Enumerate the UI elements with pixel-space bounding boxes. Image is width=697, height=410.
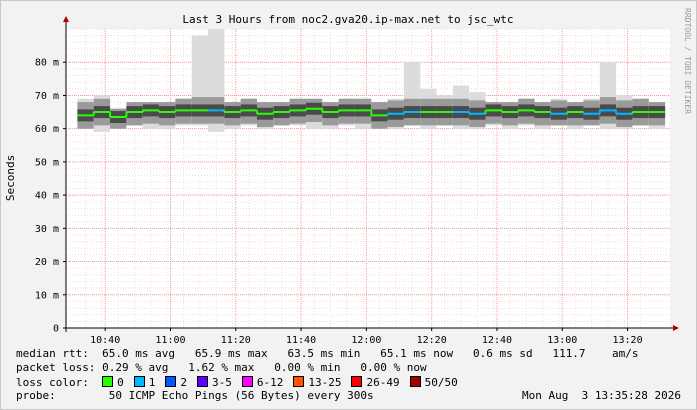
- loss-color-item: 1: [133, 376, 156, 389]
- y-tick-label: 10 m: [35, 290, 59, 301]
- x-tick-label: 13:20: [613, 335, 643, 345]
- probe-value: 50 ICMP Echo Pings (56 Bytes) every 300s: [108, 389, 374, 402]
- y-tick-label: 40 m: [35, 191, 59, 202]
- median-rtt-row: median rtt: 65.0 ms avg 65.9 ms max 63.5…: [16, 348, 639, 360]
- y-tick-labels: 0 10 m 20 m 30 m 40 m 50 m 60 m 70 m 80 m: [35, 58, 59, 335]
- x-tick-label: 13:00: [547, 335, 577, 345]
- loss-color-swatch: [293, 376, 305, 387]
- loss-color-swatch: [409, 376, 421, 387]
- loss-color-swatch: [133, 376, 145, 387]
- y-tick-label: 80 m: [35, 58, 59, 69]
- loss-color-label-text: 2: [180, 376, 187, 389]
- probe-row: probe: 50 ICMP Echo Pings (56 Bytes) eve…: [16, 390, 681, 402]
- loss-color-swatches: 0 1 2 3-5 6-12 13-25 26-49 50/50: [102, 376, 468, 389]
- y-tick-label: 70 m: [35, 91, 59, 102]
- loss-color-item: 3-5: [196, 376, 232, 389]
- loss-color-item: 0: [102, 376, 124, 389]
- loss-color-item: 6-12: [241, 376, 284, 389]
- plot-area: [66, 29, 670, 328]
- x-tick-label: 11:40: [286, 335, 316, 345]
- median-rtt-label: median rtt:: [16, 347, 89, 360]
- latency-chart: Last 3 Hours from noc2.gva20.ip-max.net …: [4, 8, 692, 345]
- x-tick-label: 12:20: [417, 335, 447, 345]
- y-axis-arrow: [63, 16, 69, 22]
- loss-color-swatch: [196, 376, 208, 387]
- loss-color-label-text: 3-5: [211, 376, 232, 389]
- loss-color-label-text: 26-49: [366, 376, 400, 389]
- loss-color-swatch: [351, 376, 363, 387]
- x-axis-arrow: [673, 325, 679, 331]
- loss-color-swatch: [241, 376, 253, 387]
- loss-color-label-text: 1: [148, 376, 156, 389]
- loss-color-label-text: 50/50: [424, 376, 458, 389]
- rrdtool-watermark: RRDTOOL / TOBI OETIKER: [683, 8, 692, 114]
- timestamp: Mon Aug 3 13:35:28 2026: [522, 389, 681, 402]
- x-tick-label: 11:20: [221, 335, 251, 345]
- y-axis-label: Seconds: [4, 155, 17, 201]
- loss-color-swatch: [165, 376, 177, 387]
- loss-color-item: 2: [165, 376, 187, 389]
- loss-color-item: 26-49: [351, 376, 400, 389]
- x-tick-label: 11:00: [155, 335, 185, 345]
- y-tick-label: 50 m: [35, 157, 59, 168]
- loss-color-swatch: [102, 376, 114, 387]
- packet-loss-label: packet loss:: [16, 361, 96, 374]
- x-tick-label: 12:00: [351, 335, 381, 345]
- loss-color-label: loss color:: [16, 376, 89, 389]
- y-tick-label: 20 m: [35, 257, 59, 268]
- y-tick-label: 0: [53, 324, 59, 335]
- x-tick-label: 12:40: [482, 335, 512, 345]
- loss-color-label-text: 0: [117, 376, 124, 389]
- y-tick-label: 30 m: [35, 224, 59, 235]
- chart-title: Last 3 Hours from noc2.gva20.ip-max.net …: [182, 13, 513, 26]
- loss-color-item: 13-25: [293, 376, 341, 389]
- median-rtt-values: 65.0 ms avg 65.9 ms max 63.5 ms min 65.1…: [102, 347, 639, 360]
- loss-color-row: loss color: 0 1 2 3-5 6-12 13-25 26-49 50/50: [16, 376, 468, 389]
- loss-color-label-text: 13-25: [308, 376, 342, 389]
- x-tick-labels: 10:40 11:00 11:20 11:40 12:00 12:20 12:40 13:00…: [90, 335, 642, 345]
- loss-color-item: 50/50: [409, 376, 458, 389]
- loss-color-label-text: 6-12: [256, 376, 284, 389]
- y-tick-label: 60 m: [35, 124, 59, 135]
- packet-loss-row: packet loss: 0.29 % avg 1.62 % max 0.00 …: [16, 362, 427, 374]
- probe-label: probe:: [16, 389, 56, 402]
- packet-loss-values: 0.29 % avg 1.62 % max 0.00 % min 0.00 % …: [102, 361, 427, 374]
- x-tick-label: 10:40: [90, 335, 120, 345]
